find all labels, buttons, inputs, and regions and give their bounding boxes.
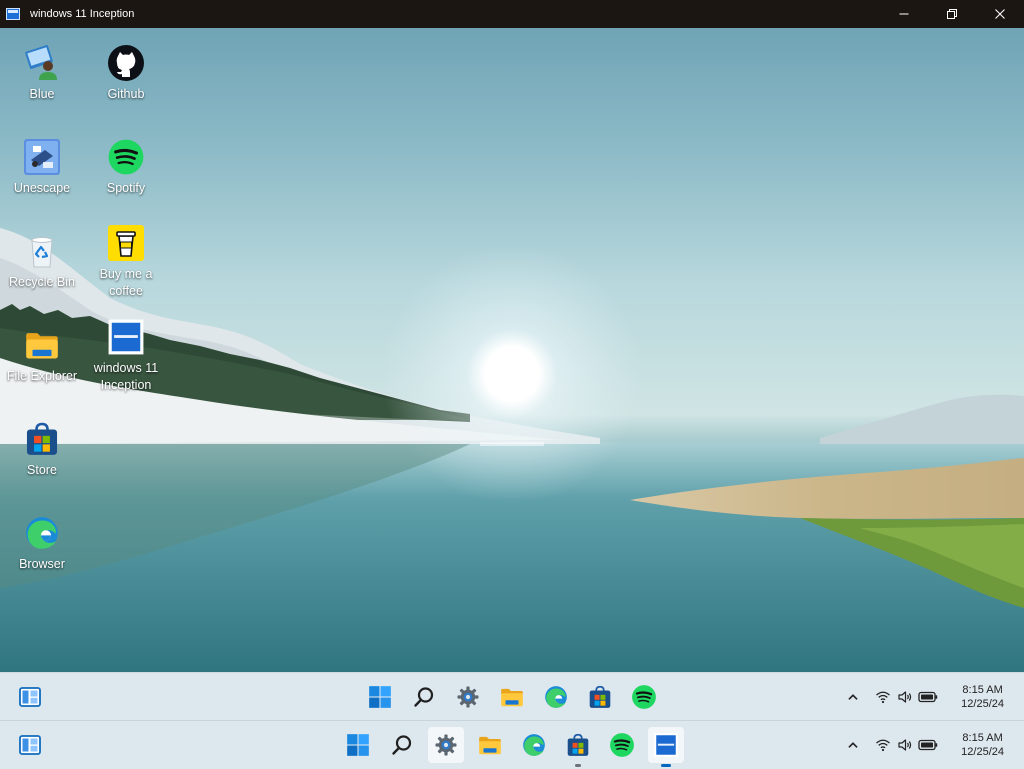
github-icon [107, 44, 145, 82]
settings-button[interactable] [428, 727, 464, 763]
volume-icon[interactable] [896, 689, 914, 705]
desktop-icon-label: Unescape [13, 181, 71, 195]
search-button[interactable] [406, 679, 442, 715]
start-icon [345, 732, 371, 758]
desktop-icon-file-explorer[interactable]: File Explorer [0, 326, 84, 385]
battery-icon[interactable] [918, 691, 938, 703]
folder-icon [477, 732, 503, 758]
widgets-button[interactable] [12, 679, 48, 715]
desktop-icon-label: Github [107, 87, 145, 101]
restore-button[interactable] [928, 0, 976, 28]
edge-button[interactable] [538, 679, 574, 715]
close-button[interactable] [976, 0, 1024, 28]
system-tray[interactable] [846, 689, 938, 705]
widgets-button[interactable] [12, 727, 48, 763]
clock-time: 8:15 AM [962, 684, 1003, 696]
desktop-icon-label: windows 11 Inception [93, 361, 159, 392]
recycle-bin-icon [23, 232, 61, 270]
unescape-icon [23, 138, 61, 176]
start-icon [367, 684, 393, 710]
store-icon [587, 684, 613, 710]
store-icon [565, 732, 591, 758]
clock[interactable]: 8:15 AM 12/25/24 [961, 731, 1004, 759]
edge-icon [521, 732, 547, 758]
battery-icon[interactable] [918, 739, 938, 751]
desktop-icon-blue[interactable]: Blue [0, 44, 84, 103]
spotify-icon [107, 138, 145, 176]
restore-icon [947, 9, 957, 19]
edge-icon [23, 514, 61, 552]
edge-icon [543, 684, 569, 710]
chevron-up-icon[interactable] [846, 738, 860, 752]
start-button[interactable] [340, 727, 376, 763]
spotify-button[interactable] [626, 679, 662, 715]
start-button[interactable] [362, 679, 398, 715]
folder-icon [23, 326, 61, 364]
store-button[interactable] [582, 679, 618, 715]
inner-taskbar: 8:15 AM 12/25/24 [0, 672, 1024, 721]
coffee-icon [107, 224, 145, 262]
folder-icon [499, 684, 525, 710]
desktop[interactable]: Blue Github Unescape Spotify Recycle Bin… [0, 28, 1024, 672]
close-icon [995, 9, 1005, 19]
search-icon [390, 733, 414, 757]
minimize-icon [899, 13, 909, 15]
clock-date: 12/25/24 [961, 746, 1004, 758]
inception-icon [107, 318, 145, 356]
clock[interactable]: 8:15 AM 12/25/24 [961, 683, 1004, 711]
file-explorer-button[interactable] [472, 727, 508, 763]
windows-11-inception-button[interactable] [648, 727, 684, 767]
wifi-icon[interactable] [874, 737, 892, 753]
store-icon [23, 420, 61, 458]
edge-button[interactable] [516, 727, 552, 763]
window-title-bar[interactable]: windows 11 Inception [0, 0, 1024, 28]
running-indicator [661, 764, 671, 767]
desktop-icon-label: Spotify [106, 181, 146, 195]
host-taskbar: 8:15 AM 12/25/24 [0, 720, 1024, 769]
spotify-icon [631, 684, 657, 710]
inception-icon [653, 732, 679, 758]
clock-time: 8:15 AM [962, 732, 1003, 744]
store-button[interactable] [560, 727, 596, 767]
wifi-icon[interactable] [874, 689, 892, 705]
spotify-button[interactable] [604, 727, 640, 763]
system-tray[interactable] [846, 737, 938, 753]
desktop-icon-windows-11-inception[interactable]: windows 11 Inception [84, 318, 168, 394]
desktop-icon-spotify[interactable]: Spotify [84, 138, 168, 197]
file-explorer-button[interactable] [494, 679, 530, 715]
app-window-icon [6, 8, 20, 20]
minimize-button[interactable] [880, 0, 928, 28]
desktop-icon-label: Recycle Bin [9, 275, 75, 289]
search-button[interactable] [384, 727, 420, 763]
desktop-icon-browser[interactable]: Browser [0, 514, 84, 573]
desktop-icon-label: Store [27, 463, 57, 477]
desktop-icon-store[interactable]: Store [0, 420, 84, 479]
running-indicator [575, 764, 581, 767]
desktop-icon-recycle-bin[interactable]: Recycle Bin [0, 232, 84, 291]
settings-button[interactable] [450, 679, 486, 715]
spotify-icon [609, 732, 635, 758]
settings-icon [434, 733, 458, 757]
search-icon [412, 685, 436, 709]
widgets-icon [18, 733, 42, 757]
desktop-icon-buy-me-a-coffee[interactable]: Buy me a coffee [84, 224, 168, 300]
desktop-icon-github[interactable]: Github [84, 44, 168, 103]
desktop-icon-label: File Explorer [6, 369, 78, 383]
chevron-up-icon[interactable] [846, 690, 860, 704]
desktop-icon-label: Buy me a coffee [99, 267, 153, 298]
widgets-icon [18, 685, 42, 709]
settings-icon [456, 685, 480, 709]
window-title: windows 11 Inception [30, 8, 135, 20]
volume-icon[interactable] [896, 737, 914, 753]
desktop-icon-label: Browser [19, 557, 65, 571]
blue-user-icon [23, 44, 61, 82]
clock-date: 12/25/24 [961, 698, 1004, 710]
desktop-icon-unescape[interactable]: Unescape [0, 138, 84, 197]
desktop-icon-label: Blue [29, 87, 55, 101]
